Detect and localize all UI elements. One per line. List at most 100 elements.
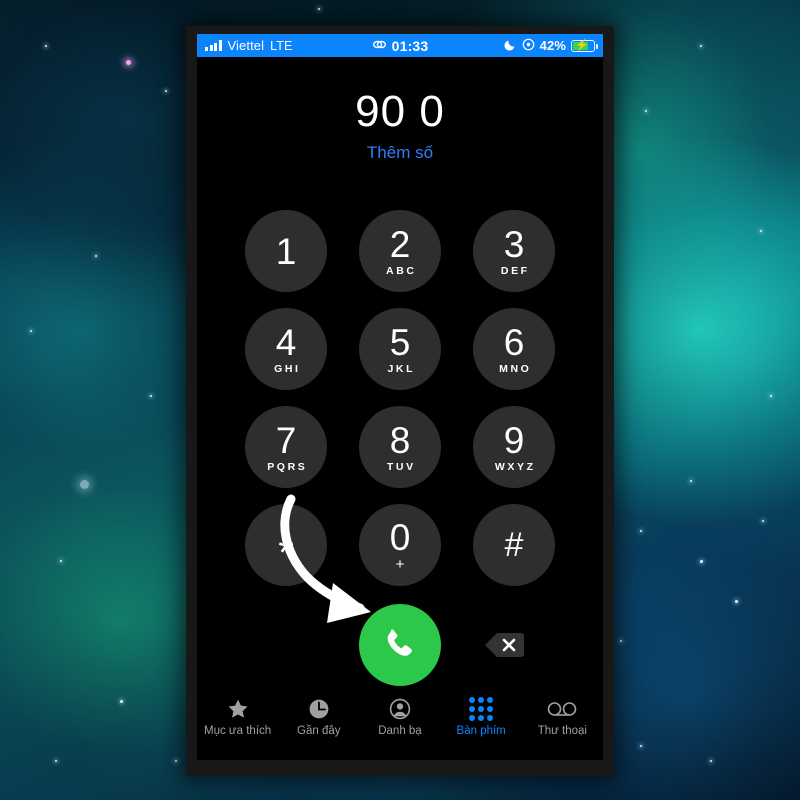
status-bar-right: 42% ⚡ <box>428 38 603 54</box>
keypad-key-digit: 0 <box>389 516 411 558</box>
tab-label: Danh bạ <box>378 725 422 737</box>
star <box>760 230 762 232</box>
tab-label: Bàn phím <box>456 725 506 737</box>
star <box>640 530 642 532</box>
call-button[interactable] <box>359 604 441 686</box>
tab-voicemail[interactable]: Thư thoại <box>523 696 601 738</box>
phone-device-frame: Viettel LTE 01:33 42% ⚡ 90 0 Thêm số 1 2… <box>186 26 614 776</box>
status-bar: Viettel LTE 01:33 42% ⚡ <box>197 34 603 57</box>
battery-percent: 42% <box>539 38 566 53</box>
phone-screen: Viettel LTE 01:33 42% ⚡ 90 0 Thêm số 1 2… <box>197 34 603 760</box>
star <box>165 90 167 92</box>
charging-bolt-icon: ⚡ <box>575 39 590 51</box>
star <box>318 8 320 10</box>
tab-label: Gần đây <box>297 725 341 737</box>
screenshot-root: Viettel LTE 01:33 42% ⚡ 90 0 Thêm số 1 2… <box>0 0 800 800</box>
keypad-key-star[interactable]: * <box>245 504 327 586</box>
voicemail-icon <box>547 696 577 722</box>
tab-person-circle[interactable]: Danh bạ <box>361 696 439 738</box>
keypad-key-letters: JKL <box>387 362 416 375</box>
star <box>645 110 647 112</box>
keypad-key-4[interactable]: 4 GHI <box>245 308 327 390</box>
clock-icon <box>307 696 331 722</box>
star <box>55 760 57 762</box>
star <box>700 560 703 563</box>
star <box>762 520 764 522</box>
keypad-key-letters: + <box>395 555 405 573</box>
tab-label: Thư thoại <box>537 725 587 737</box>
person-circle-icon <box>388 696 412 722</box>
link-icon <box>372 38 387 54</box>
keypad-key-8[interactable]: 8 TUV <box>359 406 441 488</box>
star <box>700 45 702 47</box>
keypad-key-6[interactable]: 6 MNO <box>473 308 555 390</box>
keypad-key-digit: 5 <box>389 321 411 363</box>
battery-icon: ⚡ <box>571 39 598 52</box>
add-number-link[interactable]: Thêm số <box>197 143 603 163</box>
signal-bars-icon <box>205 40 222 51</box>
keypad-key-letters: TUV <box>386 460 416 473</box>
tab-clock[interactable]: Gần đây <box>280 696 358 738</box>
star <box>710 760 712 762</box>
star <box>620 640 622 642</box>
bottom-tab-bar: Mục ưa thích Gần đây Danh bạ Bàn phím Thư th… <box>197 692 603 746</box>
call-action-row <box>197 604 603 686</box>
star <box>80 480 89 489</box>
keypad-key-letters: ABC <box>386 264 417 277</box>
keypad-key-digit: 1 <box>275 230 297 272</box>
alarm-clock-icon <box>522 38 535 54</box>
star <box>60 560 62 562</box>
star <box>175 760 177 762</box>
network-type: LTE <box>270 38 293 53</box>
star <box>30 330 32 332</box>
keypad-key-2[interactable]: 2 ABC <box>359 210 441 292</box>
backspace-delete-icon <box>485 633 524 657</box>
keypad-key-letters: DEF <box>500 264 530 277</box>
keypad-key-digit: 6 <box>503 321 525 363</box>
star <box>640 745 642 747</box>
keypad-key-digit: 2 <box>389 223 411 265</box>
star-icon <box>226 696 250 722</box>
star <box>95 255 97 257</box>
keypad-key-0[interactable]: 0 + <box>359 504 441 586</box>
keypad-key-5[interactable]: 5 JKL <box>359 308 441 390</box>
keypad-dots-icon <box>469 697 494 721</box>
status-bar-left: Viettel LTE <box>197 38 372 53</box>
keypad-key-digit: 3 <box>503 223 525 265</box>
tab-keypad-dots[interactable]: Bàn phím <box>442 696 520 738</box>
dial-keypad: 1 2 ABC 3 DEF 4 GHI 5 JKL 6 MNO 7 PQRS 8 TUV 9 WXYZ * 0 + # <box>245 210 555 586</box>
keypad-key-digit: * <box>278 531 294 575</box>
dialed-number[interactable]: 90 0 <box>197 88 603 135</box>
keypad-key-letters: PQRS <box>267 460 308 473</box>
star <box>690 480 692 482</box>
keypad-key-9[interactable]: 9 WXYZ <box>473 406 555 488</box>
tab-star[interactable]: Mục ưa thích <box>199 696 277 738</box>
keypad-dots-icon <box>469 696 494 722</box>
keypad-key-digit: # <box>504 526 524 564</box>
keypad-key-digit: 9 <box>503 419 525 461</box>
phone-handset-icon <box>387 629 412 656</box>
status-bar-time: 01:33 <box>391 37 429 54</box>
tab-label: Mục ưa thích <box>204 725 272 737</box>
keypad-key-letters: MNO <box>499 362 532 375</box>
keypad-key-hash[interactable]: # <box>473 504 555 586</box>
keypad-key-3[interactable]: 3 DEF <box>473 210 555 292</box>
star <box>770 395 772 397</box>
keypad-key-digit: 8 <box>389 419 411 461</box>
star <box>45 45 47 47</box>
keypad-key-letters: GHI <box>274 362 301 375</box>
star <box>150 395 152 397</box>
number-display-area: 90 0 Thêm số <box>197 88 603 163</box>
carrier-name: Viettel <box>227 38 265 53</box>
star <box>120 700 123 703</box>
keypad-key-1[interactable]: 1 <box>245 210 327 292</box>
status-bar-center: 01:33 <box>372 38 429 54</box>
keypad-key-digit: 7 <box>275 419 297 461</box>
moon-icon <box>504 38 517 54</box>
star-pink <box>126 60 131 65</box>
star <box>735 600 738 603</box>
keypad-key-7[interactable]: 7 PQRS <box>245 406 327 488</box>
keypad-key-digit: 4 <box>275 321 297 363</box>
keypad-key-letters: WXYZ <box>494 460 536 473</box>
delete-backspace-button[interactable] <box>482 630 526 660</box>
